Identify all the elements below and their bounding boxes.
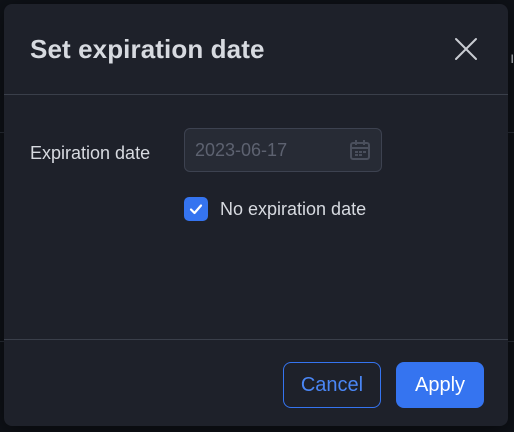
dialog-footer: Cancel Apply bbox=[4, 339, 508, 426]
dialog-header: Set expiration date bbox=[4, 4, 508, 95]
checkmark-icon bbox=[189, 204, 203, 215]
close-icon[interactable] bbox=[454, 37, 478, 61]
cancel-button[interactable]: Cancel bbox=[283, 362, 381, 408]
no-expiration-label: No expiration date bbox=[220, 198, 367, 219]
background-fragment: ו bbox=[510, 50, 514, 66]
apply-button[interactable]: Apply bbox=[396, 362, 484, 408]
no-expiration-option[interactable]: No expiration date bbox=[184, 196, 366, 222]
dialog-body: Expiration date 2023-06-17 No expiration… bbox=[4, 95, 508, 339]
expiration-date-field[interactable] bbox=[184, 128, 382, 172]
dialog-title: Set expiration date bbox=[30, 34, 265, 64]
expiration-date-input[interactable] bbox=[195, 129, 345, 171]
expiration-dialog: Set expiration date Expiration date 2023… bbox=[4, 4, 508, 426]
calendar-icon bbox=[349, 139, 371, 161]
expiration-date-label: Expiration date bbox=[30, 143, 151, 163]
no-expiration-checkbox[interactable] bbox=[184, 197, 208, 221]
